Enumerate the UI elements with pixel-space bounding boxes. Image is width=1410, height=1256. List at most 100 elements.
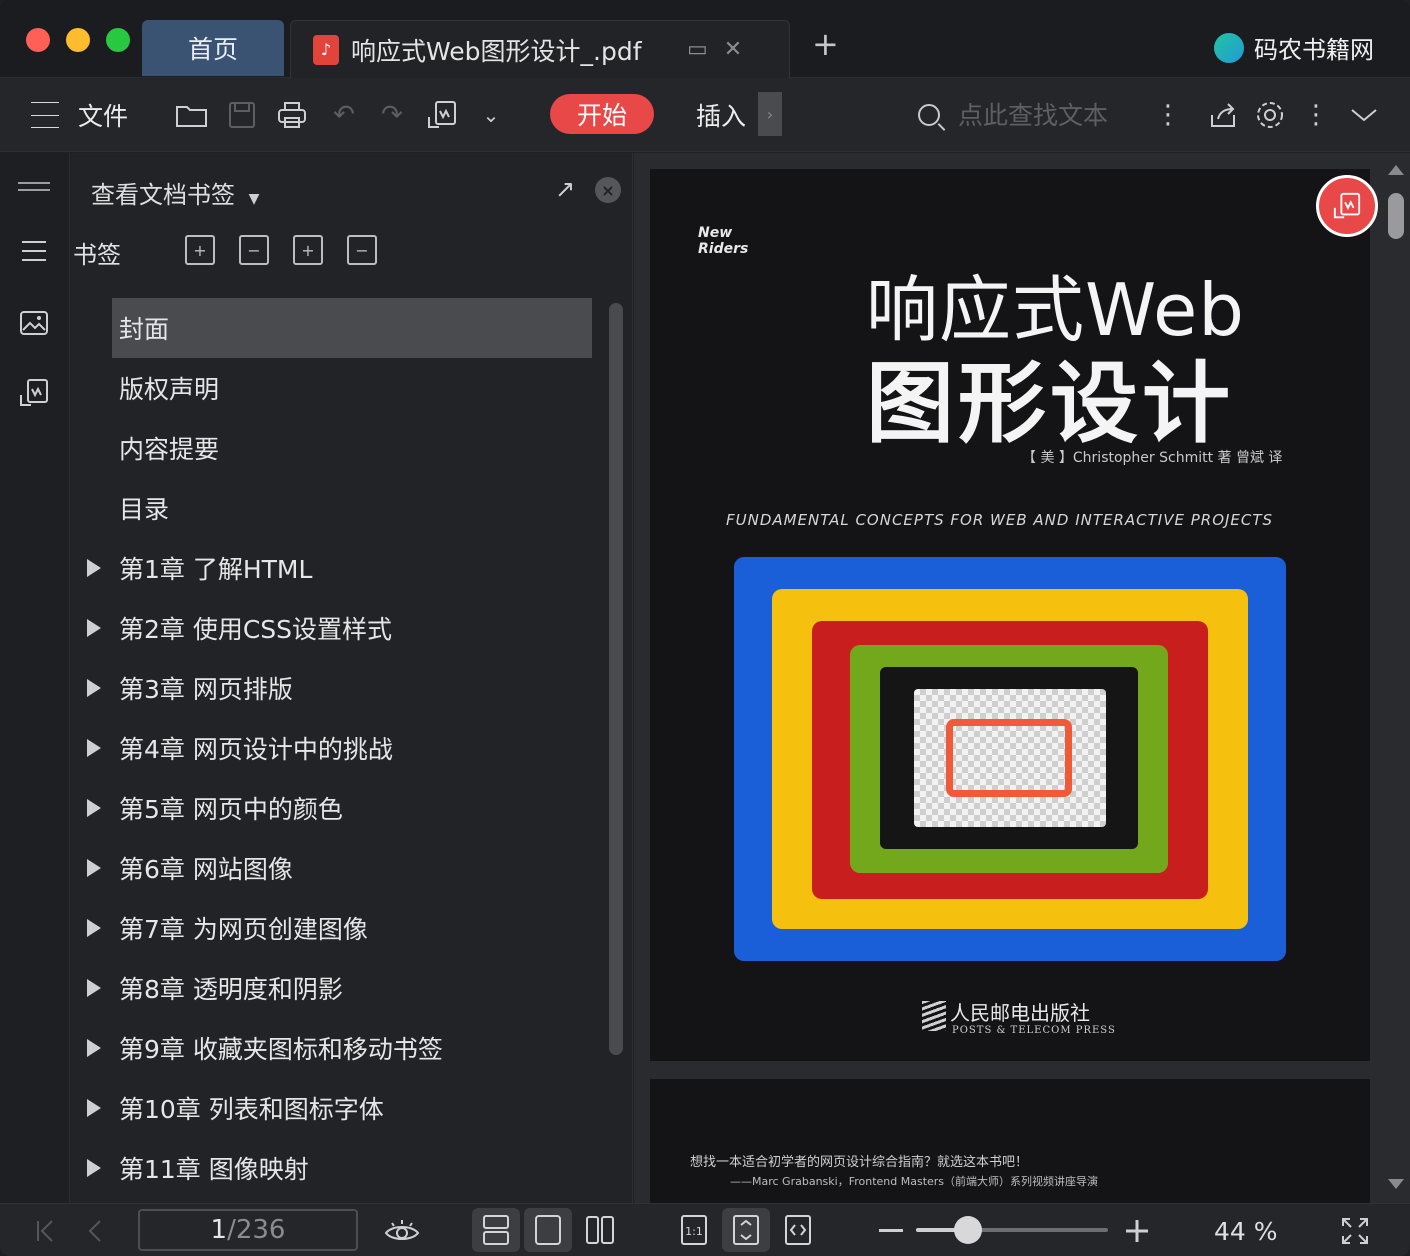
bookmark-scrollbar[interactable] (609, 303, 623, 1055)
page-number-field[interactable]: 1/236 (138, 1209, 358, 1251)
fit-width-button[interactable] (774, 1208, 822, 1252)
bookmark-item-label: 第3章 网页排版 (119, 675, 293, 704)
bookmark-panel: 查看文档书签 ▼ ↗ × 书签 + − + − 封面 版权声明 内容提要 目录 第1章 … (71, 153, 633, 1203)
bookmark-panel-title[interactable]: 查看文档书签 ▼ (91, 175, 259, 210)
save-icon[interactable] (222, 96, 262, 134)
bookmark-item[interactable]: 内容提要 (71, 418, 601, 478)
more-tools-dropdown-icon[interactable]: ⌄ (474, 96, 508, 134)
redo-icon[interactable]: ↷ (372, 96, 412, 134)
floating-convert-button[interactable] (1316, 175, 1378, 237)
title-bar: 首页 ♪ 响应式Web图形设计_.pdf ▭ ✕ + 码农书籍网 (0, 0, 1410, 78)
app-window: 首页 ♪ 响应式Web图形设计_.pdf ▭ ✕ + 码农书籍网 文件 ↶ ↷ (0, 0, 1410, 1256)
minimize-window-button[interactable] (66, 28, 90, 52)
start-tab-button[interactable]: 开始 (550, 94, 654, 134)
bookmark-item-label: 第6章 网站图像 (119, 855, 293, 884)
read-mode-eye-icon[interactable] (382, 1212, 422, 1250)
add-bookmark-child-icon[interactable]: + (185, 235, 215, 265)
previous-page-icon[interactable] (80, 1212, 110, 1250)
bookmarks-label: 书签 (73, 241, 121, 269)
vertical-dots-icon[interactable]: ⋮ (1155, 96, 1181, 134)
publisher-name: 人民邮电出版社 (950, 1001, 1090, 1025)
zoom-level[interactable]: 44 % (1214, 1212, 1278, 1250)
two-page-view-button[interactable] (576, 1208, 624, 1252)
expand-arrow-icon[interactable] (87, 799, 101, 817)
bookmark-item[interactable]: 第6章 网站图像 (71, 838, 601, 898)
bookmark-item[interactable]: 第1章 了解HTML (71, 538, 601, 598)
extract-image-icon[interactable] (16, 375, 52, 411)
search-box[interactable] (918, 96, 1148, 134)
cover-frame-orange (946, 719, 1072, 797)
close-tab-icon[interactable]: ✕ (724, 37, 742, 62)
new-tab-button[interactable]: + (812, 28, 839, 60)
tab-home[interactable]: 首页 (142, 20, 284, 76)
continuous-view-button[interactable] (472, 1208, 520, 1252)
settings-gear-icon[interactable] (1252, 96, 1288, 134)
remove-bookmark-child-icon[interactable]: − (239, 235, 269, 265)
tab-document[interactable]: ♪ 响应式Web图形设计_.pdf ▭ ✕ (290, 20, 790, 78)
file-menu[interactable]: 文件 (78, 96, 128, 134)
collapse-toolbar-chevron-icon[interactable] (1344, 96, 1384, 134)
expand-arrow-icon[interactable] (87, 859, 101, 877)
expand-arrow-icon[interactable] (87, 679, 101, 697)
add-bookmark-icon[interactable]: + (293, 235, 323, 265)
bookmarks-list-icon[interactable] (16, 233, 52, 269)
zoom-slider-knob[interactable] (953, 1216, 982, 1244)
bookmark-item[interactable]: 第4章 网页设计中的挑战 (71, 718, 601, 778)
expand-arrow-icon[interactable] (87, 919, 101, 937)
bookmark-item-label: 第8章 透明度和阴影 (119, 975, 343, 1004)
close-panel-icon[interactable]: × (595, 177, 621, 203)
expand-arrow-icon[interactable] (87, 739, 101, 757)
bookmark-item[interactable]: 第5章 网页中的颜色 (71, 778, 601, 838)
expand-arrow-icon[interactable] (87, 979, 101, 997)
insert-tab-button[interactable]: 插入 (696, 96, 746, 134)
collapse-panel-icon[interactable] (16, 169, 52, 205)
expand-arrow-icon[interactable] (87, 1039, 101, 1057)
zoom-slider[interactable] (916, 1216, 1108, 1244)
bookmark-item[interactable]: 第11章 图像映射 (71, 1138, 601, 1198)
fit-page-button[interactable] (722, 1208, 770, 1252)
bookmark-item[interactable]: 第9章 收藏夹图标和移动书签 (71, 1018, 601, 1078)
brand[interactable]: 码农书籍网 (1214, 30, 1374, 65)
search-input[interactable] (958, 100, 1148, 130)
pop-out-panel-icon[interactable]: ↗ (555, 175, 575, 203)
share-icon[interactable] (1206, 96, 1242, 134)
first-page-icon[interactable] (30, 1212, 60, 1250)
scroll-down-arrow-icon[interactable] (1388, 1179, 1404, 1189)
document-scrollbar-thumb[interactable] (1388, 193, 1404, 239)
delete-bookmark-icon[interactable]: − (347, 235, 377, 265)
ribbon-scroll-right-icon[interactable]: › (758, 92, 782, 136)
document-page-cover: New Riders 响应式Web 图形设计 【 美 】Christopher … (650, 169, 1370, 1061)
bookmark-item[interactable]: 封面 (112, 298, 592, 358)
scroll-up-arrow-icon[interactable] (1388, 165, 1404, 175)
actual-size-button[interactable]: 1:1 (670, 1208, 718, 1252)
bookmark-item[interactable]: 第2章 使用CSS设置样式 (71, 598, 601, 658)
zoom-out-icon[interactable] (876, 1212, 906, 1250)
export-image-icon[interactable] (422, 96, 462, 134)
zoom-window-button[interactable] (106, 28, 130, 52)
bookmark-item[interactable]: 目录 (71, 478, 601, 538)
more-options-icon[interactable]: ⋮ (1303, 96, 1329, 134)
bookmark-item[interactable]: 第8章 透明度和阴影 (71, 958, 601, 1018)
open-folder-icon[interactable] (172, 96, 212, 134)
zoom-in-icon[interactable] (1122, 1212, 1152, 1250)
undo-icon[interactable]: ↶ (324, 96, 364, 134)
bookmark-item[interactable]: 第3章 网页排版 (71, 658, 601, 718)
thumbnails-image-icon[interactable] (16, 305, 52, 341)
expand-arrow-icon[interactable] (87, 619, 101, 637)
close-window-button[interactable] (26, 28, 50, 52)
bookmark-item[interactable]: 第7章 为网页创建图像 (71, 898, 601, 958)
page2-quote: 想找一本适合初学者的网页设计综合指南？就选这本书吧！ (690, 1155, 1029, 1170)
presentation-icon[interactable]: ▭ (687, 37, 708, 62)
print-icon[interactable] (272, 96, 312, 134)
expand-arrow-icon[interactable] (87, 559, 101, 577)
expand-arrow-icon[interactable] (87, 1099, 101, 1117)
tab-document-title: 响应式Web图形设计_.pdf (351, 36, 642, 66)
single-page-view-button[interactable] (524, 1208, 572, 1252)
bookmark-item[interactable]: 版权声明 (71, 358, 601, 418)
hamburger-menu-icon[interactable] (28, 96, 62, 134)
fullscreen-icon[interactable] (1338, 1212, 1372, 1250)
expand-arrow-icon[interactable] (87, 1159, 101, 1177)
publisher-name-en: POSTS & TELECOM PRESS (952, 1025, 1116, 1036)
bookmark-item[interactable]: 第10章 列表和图标字体 (71, 1078, 601, 1138)
imprint-line2: Riders (698, 241, 749, 257)
